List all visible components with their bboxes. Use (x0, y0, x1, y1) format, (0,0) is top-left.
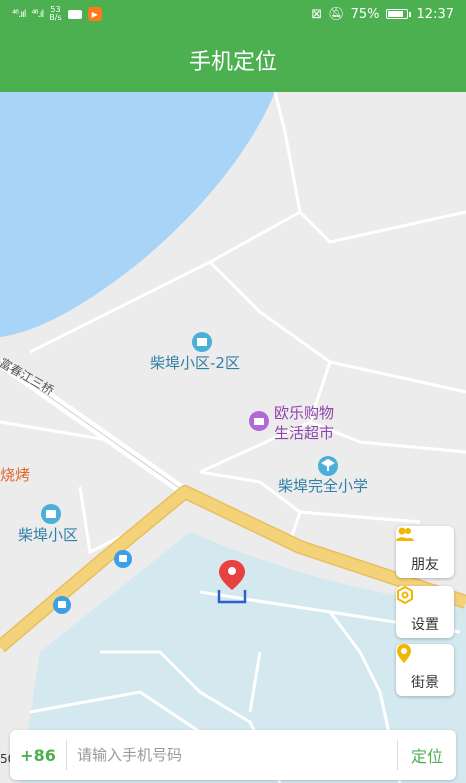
status-right: ⊠ 🔕︎ 75% 12:37 (311, 7, 454, 22)
settings-icon (397, 586, 435, 610)
network-speed-unit: B/s (49, 13, 62, 22)
network-speed: 53 B/s (49, 6, 61, 22)
shopping-icon (249, 411, 269, 431)
bus-stop-icon-2 (53, 596, 71, 614)
status-bar: ⁴⁶.ııl ⁴⁶.ıl 53 B/s ▶ ⊠ 🔕︎ 75% 12:37 (0, 0, 466, 28)
poi-label[interactable]: 欧乐购物 (274, 402, 334, 423)
poi-label[interactable]: 柴埠小区-2区 (150, 352, 240, 373)
street-view-label: 街景 (411, 675, 439, 691)
status-left: ⁴⁶.ııl ⁴⁶.ıl 53 B/s ▶ (12, 6, 102, 22)
mute-icon: 🔕︎ (328, 6, 345, 22)
poi-label[interactable]: 柴埠完全小学 (278, 475, 368, 496)
poi-label-line2[interactable]: 生活超市 (274, 422, 334, 443)
clock: 12:37 (416, 6, 454, 22)
battery-icon (385, 9, 411, 19)
school-icon (318, 456, 338, 476)
poi-label[interactable]: 烧烤 (0, 464, 30, 485)
phone-input[interactable] (67, 735, 397, 775)
battery-percent: 75% (350, 6, 380, 22)
settings-button[interactable]: 设置 (396, 586, 454, 638)
settings-label: 设置 (411, 617, 439, 633)
nfc-icon: ⊠ (311, 6, 323, 22)
poi-label[interactable]: 柴埠小区 (18, 524, 78, 545)
page-title: 手机定位 (188, 50, 277, 75)
bus-stop-icon (114, 550, 132, 568)
phone-locate-bar: +86 定位 (10, 730, 456, 780)
friends-label: 朋友 (411, 557, 439, 573)
building-icon-2 (41, 504, 61, 524)
title-bar: 手机定位 (0, 28, 466, 92)
building-icon (192, 332, 212, 352)
map-view[interactable]: 柴埠小区-2区 欧乐购物 生活超市 柴埠完全小学 烧烤 柴埠小区 富春江三桥 朋… (0, 92, 466, 783)
friends-button[interactable]: 朋友 (396, 526, 454, 578)
street-view-icon (397, 644, 435, 668)
street-view-button[interactable]: 街景 (396, 644, 454, 696)
friends-icon (396, 527, 435, 550)
river-area (0, 92, 275, 337)
video-icon (67, 9, 82, 19)
signal-icon-2: ⁴⁶.ıl (31, 8, 45, 20)
locate-button[interactable]: 定位 (398, 743, 456, 767)
country-code[interactable]: +86 (10, 746, 66, 765)
play-icon: ▶ (87, 7, 102, 21)
signal-icon: ⁴⁶.ııl (12, 8, 26, 20)
